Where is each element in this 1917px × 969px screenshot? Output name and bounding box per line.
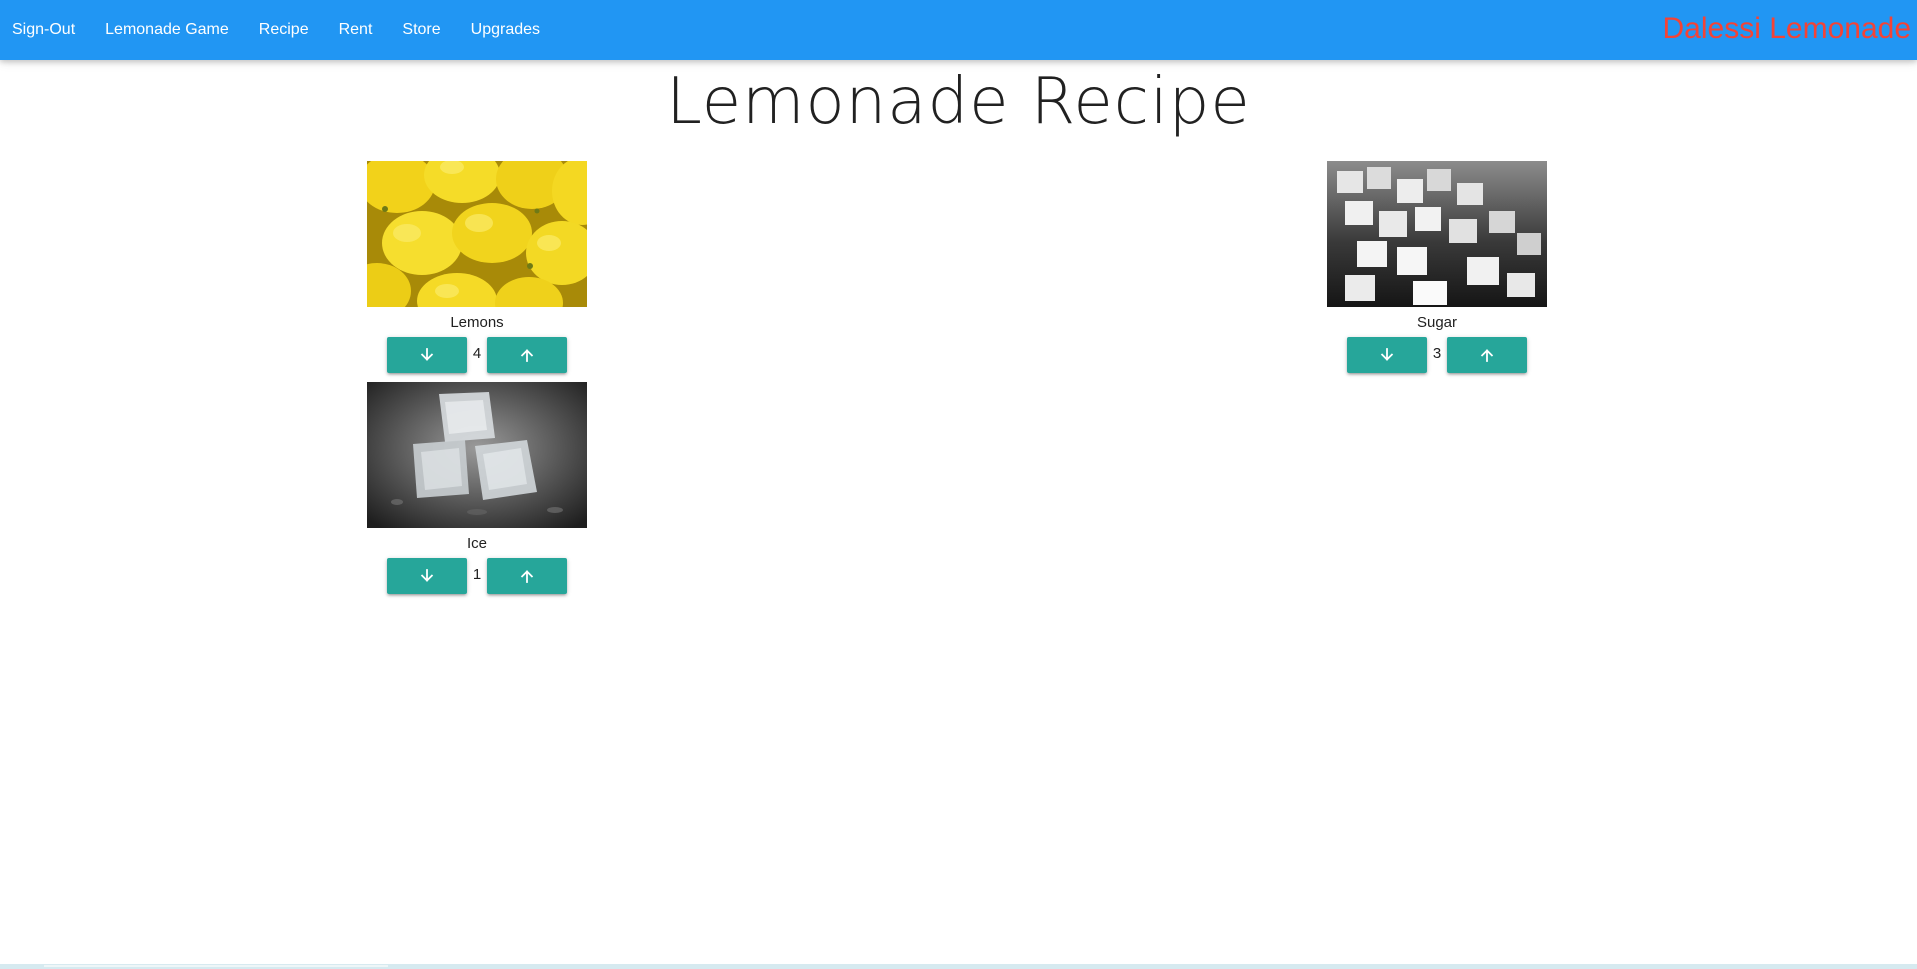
quantity-value-lemons: 4 (472, 345, 482, 362)
arrow-up-icon (1478, 346, 1496, 364)
sugar-cubes-photo (1327, 161, 1547, 307)
quantity-value-sugar: 3 (1432, 345, 1442, 362)
brand-logo-link[interactable]: Dalessi Lemonade (1663, 0, 1911, 58)
lemons-photo (367, 161, 587, 307)
increase-ice-button[interactable] (487, 558, 567, 594)
nav-link-sign-out[interactable]: Sign-Out (12, 0, 75, 60)
ingredient-label-lemons: Lemons (450, 314, 504, 331)
page-title: Lemonade Recipe (666, 65, 1251, 139)
quantity-stepper-lemons: 4 (362, 337, 592, 373)
top-navbar: Sign-Out Lemonade Game Recipe Rent Store… (0, 0, 1917, 60)
nav-link-lemonade-game[interactable]: Lemonade Game (105, 0, 229, 60)
bottom-edge-segment (44, 965, 388, 967)
arrow-down-icon (1378, 346, 1396, 364)
quantity-stepper-ice: 1 (362, 558, 592, 594)
nav-link-recipe[interactable]: Recipe (259, 0, 309, 60)
nav-link-upgrades[interactable]: Upgrades (471, 0, 540, 60)
decrease-ice-button[interactable] (387, 558, 467, 594)
nav-link-rent[interactable]: Rent (339, 0, 373, 60)
arrow-up-icon (518, 346, 536, 364)
arrow-up-icon (518, 567, 536, 585)
nav-link-store[interactable]: Store (402, 0, 440, 60)
arrow-down-icon (418, 346, 436, 364)
ingredient-label-sugar: Sugar (1416, 314, 1458, 331)
bottom-edge-strip (0, 964, 1917, 969)
decrease-lemons-button[interactable] (387, 337, 467, 373)
ingredient-card-ice: Ice 1 (362, 382, 592, 594)
ingredient-card-sugar: Sugar 3 (1322, 161, 1552, 373)
ice-cubes-photo (367, 382, 587, 528)
increase-lemons-button[interactable] (487, 337, 567, 373)
ingredient-label-ice: Ice (466, 535, 487, 552)
decrease-sugar-button[interactable] (1347, 337, 1427, 373)
arrow-down-icon (418, 567, 436, 585)
ingredient-card-lemons: Lemons 4 (362, 161, 592, 373)
increase-sugar-button[interactable] (1447, 337, 1527, 373)
quantity-stepper-sugar: 3 (1322, 337, 1552, 373)
quantity-value-ice: 1 (472, 566, 482, 583)
nav-links: Sign-Out Lemonade Game Recipe Rent Store… (0, 0, 570, 60)
